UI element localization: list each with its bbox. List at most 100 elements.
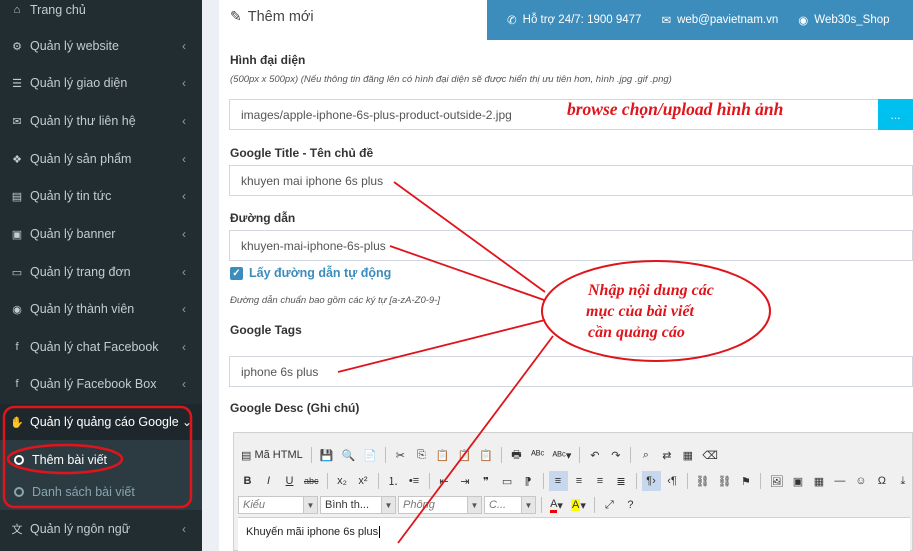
superscript-icon[interactable]: x² — [354, 471, 373, 491]
paste-icon[interactable]: 📋 — [433, 445, 453, 465]
title-input[interactable]: khuyen mai iphone 6s plus — [229, 165, 913, 196]
image-icon[interactable]: 🖼 — [766, 471, 786, 491]
align-center-icon[interactable]: ≡ — [570, 471, 589, 491]
sidebar-item-chat-facebook[interactable]: f Quản lý chat Facebook ‹ — [0, 329, 202, 365]
sidebar-item-products[interactable]: ❖ Quản lý sản phẩm ‹ — [0, 141, 202, 177]
sidebar-item-members[interactable]: ◉ Quản lý thành viên ‹ — [0, 291, 202, 327]
rtl-icon[interactable]: ‹¶ — [663, 471, 682, 491]
maximize-icon[interactable]: ⤢ — [600, 495, 619, 515]
text-cursor — [379, 526, 381, 538]
language-direction-icon[interactable]: ⁋ — [519, 471, 538, 491]
ltr-icon[interactable]: ¶› — [641, 471, 661, 491]
support-link[interactable]: ✆ Hỗ trợ 24/7: 1900 9477 — [507, 13, 641, 27]
email-link[interactable]: ✉ web@pavietnam.vn — [661, 13, 778, 27]
replace-icon[interactable]: ⇄ — [657, 445, 676, 465]
toolbar-separator — [593, 497, 595, 513]
blockquote-icon[interactable]: ❞ — [477, 471, 496, 491]
sub-item-add-post[interactable]: Thêm bài viết — [0, 446, 202, 474]
sidebar-item-interface[interactable]: ☰ Quản lý giao diện ‹ — [0, 65, 202, 101]
path-label: Đường dẫn — [230, 211, 296, 225]
sidebar-item-facebook-box[interactable]: f Quản lý Facebook Box ‹ — [0, 366, 202, 402]
align-justify-icon[interactable]: ≣ — [612, 471, 631, 491]
sidebar-item-label: Quản lý thành viên — [30, 302, 135, 316]
font-combo-value: Phông — [403, 499, 435, 511]
toolbar-separator — [310, 447, 312, 463]
format-combo[interactable]: Bình th... ▼ — [320, 496, 396, 514]
italic-icon[interactable]: I — [259, 471, 278, 491]
special-char-icon[interactable]: Ω — [872, 471, 891, 491]
unlink-icon[interactable]: ⛓ — [714, 471, 734, 491]
sub-item-post-list[interactable]: Danh sách bài viết — [0, 478, 202, 506]
avatar-label: Hình đại diện — [230, 53, 306, 67]
bg-color-icon[interactable]: A ▾ — [568, 495, 589, 515]
print-icon[interactable]: 🖶 — [507, 445, 526, 465]
undo-icon[interactable]: ↶ — [585, 445, 604, 465]
paste-text-icon[interactable]: 📋 — [455, 445, 475, 465]
toolbar-separator — [635, 473, 637, 489]
outdent-icon[interactable]: ⇤ — [435, 471, 454, 491]
templates-icon[interactable]: 📄 — [360, 445, 380, 465]
chevron-down-icon: ▼ — [521, 497, 535, 513]
strike-icon[interactable]: abc — [301, 471, 322, 491]
sidebar-item-news[interactable]: ▤ Quản lý tin tức ‹ — [0, 178, 202, 214]
toolbar-separator — [541, 497, 542, 513]
redo-icon[interactable]: ↷ — [606, 445, 625, 465]
smiley-icon[interactable]: ☺ — [851, 471, 870, 491]
preview-icon[interactable]: 🔍 — [338, 445, 358, 465]
browse-button[interactable]: ... — [878, 99, 913, 130]
editor-content-area[interactable]: Khuyến mãi iphone 6s plus — [238, 517, 910, 551]
numbered-list-icon[interactable]: ⒈ — [384, 471, 403, 491]
auto-path-checkbox-row[interactable]: ✓ Lấy đường dẫn tự động — [230, 266, 391, 280]
sidebar-item-website[interactable]: ⚙ Quản lý website ‹ — [0, 28, 202, 64]
account-menu[interactable]: ◉ Web30s_Shop — [798, 13, 889, 27]
spellcheck-dropdown-icon[interactable]: ᴬᴮᶜ▾ — [549, 445, 574, 465]
horizontal-line-icon[interactable]: ― — [830, 471, 849, 491]
subscript-icon[interactable]: x₂ — [333, 471, 352, 491]
flash-icon[interactable]: ▣ — [788, 471, 807, 491]
editor-toolbar-row-3: Kiểu ▼ Bình th... ▼ Phông ▼ C... ▼ A ▾ A ▾ ⤢ ? — [238, 495, 640, 515]
underline-icon[interactable]: U — [280, 471, 299, 491]
sidebar-item-home[interactable]: ⌂ Trang chủ — [0, 0, 202, 28]
save-icon[interactable]: 💾 — [317, 445, 337, 465]
find-icon[interactable]: ⌕ — [636, 445, 655, 465]
path-hint: Đường dẫn chuẩn bao gồm các ký tự [a-zA-… — [230, 295, 440, 306]
copy-icon[interactable]: ⎘ — [412, 445, 431, 465]
format-combo-value: Bình th... — [325, 499, 370, 511]
sidebar-item-banner[interactable]: ▣ Quản lý banner ‹ — [0, 216, 202, 252]
size-combo-value: C... — [489, 499, 507, 511]
font-combo[interactable]: Phông ▼ — [398, 496, 482, 514]
sidebar-item-label: Quản lý tin tức — [30, 189, 112, 203]
source-button[interactable]: ▤ Mã HTML — [238, 445, 306, 465]
align-right-icon[interactable]: ≡ — [591, 471, 610, 491]
link-icon[interactable]: ⛓ — [693, 471, 713, 491]
select-all-icon[interactable]: ▦ — [678, 445, 697, 465]
path-input[interactable]: khuyen-mai-iphone-6s-plus — [229, 230, 913, 261]
cut-icon[interactable]: ✂ — [391, 445, 410, 465]
sidebar-item-google-ads[interactable]: ✋ Quản lý quảng cáo Google ⌄ — [0, 404, 202, 440]
tags-input[interactable]: iphone 6s plus — [229, 356, 913, 387]
sidebar-item-contact[interactable]: ✉ Quản lý thư liên hệ ‹ — [0, 103, 202, 139]
text-color-icon[interactable]: A ▾ — [547, 495, 566, 515]
toolbar-separator — [428, 473, 430, 489]
bullet-list-icon[interactable]: •≡ — [405, 471, 424, 491]
toolbar-separator — [579, 447, 581, 463]
sidebar-item-label: Quản lý Facebook Box — [30, 377, 157, 391]
sidebar-item-pages[interactable]: ▭ Quản lý trang đơn ‹ — [0, 254, 202, 290]
paste-word-icon[interactable]: 📋 — [476, 445, 496, 465]
align-left-icon[interactable]: ≡ — [548, 471, 568, 491]
anchor-icon[interactable]: ⚑ — [736, 471, 755, 491]
remove-format-icon[interactable]: ⌫ — [699, 445, 721, 465]
style-combo[interactable]: Kiểu ▼ — [238, 496, 318, 514]
div-icon[interactable]: ▭ — [498, 471, 517, 491]
table-icon[interactable]: ▦ — [809, 471, 828, 491]
size-combo[interactable]: C... ▼ — [484, 496, 536, 514]
bold-icon[interactable]: B — [238, 471, 257, 491]
checkbox-checked-icon[interactable]: ✓ — [230, 266, 243, 280]
sidebar-item-language[interactable]: 文 Quản lý ngôn ngữ ‹ — [0, 511, 202, 547]
show-blocks-icon[interactable]: ? — [621, 495, 640, 515]
toolbar-separator — [630, 447, 632, 463]
page-break-icon[interactable]: ⤓ — [893, 471, 912, 491]
spellcheck-icon[interactable]: ᴬᴮᶜ — [528, 445, 547, 465]
toolbar-separator — [760, 473, 762, 489]
indent-icon[interactable]: ⇥ — [456, 471, 475, 491]
